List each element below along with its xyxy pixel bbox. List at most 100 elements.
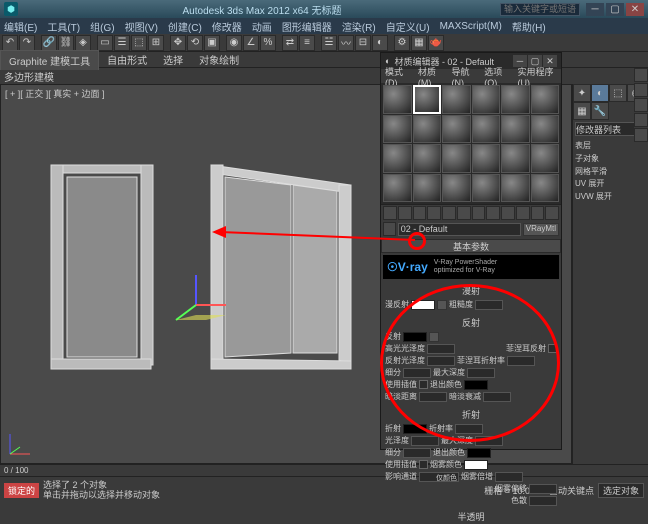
viewport-label[interactable]: [ + ][ 正交 ][ 真实 + 边面 ] — [5, 87, 105, 100]
material-slot[interactable] — [442, 115, 471, 144]
show-end-result-button[interactable] — [516, 206, 530, 220]
redo-button[interactable]: ↷ — [19, 35, 35, 51]
max-depth-spinner[interactable] — [467, 368, 495, 378]
dim-spinner[interactable] — [419, 392, 447, 402]
material-slot[interactable] — [501, 144, 530, 173]
mirror-button[interactable]: ⇄ — [282, 35, 298, 51]
schematic-button[interactable]: ⊟ — [355, 35, 371, 51]
snap-button[interactable]: ◉ — [226, 35, 242, 51]
render-setup-button[interactable]: ⚙ — [394, 35, 410, 51]
hierarchy-tab[interactable]: ⬚ — [609, 84, 627, 102]
refr-exit-swatch[interactable] — [467, 448, 491, 458]
material-slot[interactable] — [442, 144, 471, 173]
go-parent-button[interactable] — [531, 206, 545, 220]
reset-button[interactable] — [427, 206, 441, 220]
display-tab[interactable]: ▦ — [573, 102, 591, 120]
menu-group[interactable]: 组(G) — [90, 19, 114, 34]
interp-checkbox[interactable] — [419, 380, 428, 389]
scale-button[interactable]: ▣ — [204, 35, 220, 51]
hilight-spinner[interactable] — [427, 344, 455, 354]
utilities-tab[interactable]: 🔧 — [591, 102, 609, 120]
app-logo-icon[interactable]: ⬢ — [4, 2, 18, 16]
close-button[interactable]: ✕ — [626, 3, 644, 16]
fresnel-ior-spinner[interactable] — [507, 356, 535, 366]
material-id-button[interactable] — [486, 206, 500, 220]
material-slot-active[interactable] — [413, 85, 442, 114]
affect-channels-dropdown[interactable]: 仅颜色 — [419, 472, 459, 482]
material-slot[interactable] — [472, 85, 501, 114]
put-to-scene-button[interactable] — [398, 206, 412, 220]
material-slot[interactable] — [531, 115, 560, 144]
refr-maxdepth-spinner[interactable] — [475, 436, 503, 446]
render-frame-button[interactable]: ▦ — [411, 35, 427, 51]
curve-editor-button[interactable]: 〰 — [338, 35, 354, 51]
assign-to-selection-button[interactable] — [413, 206, 427, 220]
ior-spinner[interactable] — [455, 424, 483, 434]
percent-snap-button[interactable]: % — [260, 35, 276, 51]
roughness-spinner[interactable] — [475, 300, 503, 310]
selection-set-dropdown[interactable]: 选定对象 — [598, 483, 644, 498]
refr-subdivs-spinner[interactable] — [403, 448, 431, 458]
window-cross-button[interactable]: ⊞ — [148, 35, 164, 51]
material-slot[interactable] — [472, 144, 501, 173]
material-slot[interactable] — [413, 144, 442, 173]
create-tab[interactable]: ✦ — [573, 84, 591, 102]
maximize-button[interactable]: ▢ — [606, 3, 624, 16]
select-rect-button[interactable]: ⬚ — [131, 35, 147, 51]
subdivs-spinner[interactable] — [403, 368, 431, 378]
fog-mult-spinner[interactable] — [495, 472, 523, 482]
menu-animation[interactable]: 动画 — [252, 19, 272, 34]
rollout-basic-params[interactable]: 基本参数 — [381, 239, 561, 253]
select-button[interactable]: ▭ — [97, 35, 113, 51]
diffuse-map-button[interactable] — [437, 300, 447, 310]
material-slot[interactable] — [442, 174, 471, 203]
menu-maxscript[interactable]: MAXScript(M) — [440, 21, 502, 32]
material-name-input[interactable] — [398, 223, 521, 236]
side-btn[interactable] — [634, 83, 648, 97]
make-unique-button[interactable] — [457, 206, 471, 220]
material-slot[interactable] — [383, 115, 412, 144]
reflect-color-swatch[interactable] — [403, 332, 427, 342]
tab-selection[interactable]: 选择 — [155, 50, 191, 69]
fog-color-swatch[interactable] — [464, 460, 488, 470]
tab-freeform[interactable]: 自由形式 — [99, 50, 155, 69]
side-btn[interactable] — [634, 68, 648, 82]
material-slot[interactable] — [442, 85, 471, 114]
layers-button[interactable]: ☱ — [321, 35, 337, 51]
menu-tools[interactable]: 工具(T) — [47, 19, 80, 34]
align-button[interactable]: ≡ — [299, 35, 315, 51]
dim-falloff-spinner[interactable] — [483, 392, 511, 402]
diffuse-color-swatch[interactable] — [411, 300, 435, 310]
put-to-library-button[interactable] — [472, 206, 486, 220]
refl-gloss-spinner[interactable] — [427, 356, 455, 366]
material-slot[interactable] — [501, 85, 530, 114]
menu-graph[interactable]: 图形编辑器 — [282, 19, 332, 34]
undo-button[interactable]: ↶ — [2, 35, 18, 51]
material-slot[interactable] — [531, 85, 560, 114]
refr-gloss-spinner[interactable] — [411, 436, 439, 446]
render-button[interactable]: 🫖 — [428, 35, 444, 51]
material-slot[interactable] — [413, 115, 442, 144]
material-slot[interactable] — [413, 174, 442, 203]
go-sibling-button[interactable] — [545, 206, 559, 220]
material-slot[interactable] — [501, 115, 530, 144]
material-slot[interactable] — [383, 174, 412, 203]
pick-material-button[interactable] — [383, 222, 396, 236]
material-slot[interactable] — [501, 174, 530, 203]
material-type-button[interactable]: VRayMtl — [523, 223, 559, 236]
menu-render[interactable]: 渲染(R) — [342, 19, 376, 34]
minimize-button[interactable]: ─ — [586, 3, 604, 16]
fog-bias-spinner[interactable] — [529, 484, 557, 494]
material-slot[interactable] — [472, 115, 501, 144]
modify-tab[interactable]: ◐ — [591, 84, 609, 102]
ribbon-panel-label[interactable]: 多边形建模 — [4, 69, 54, 84]
side-btn[interactable] — [634, 98, 648, 112]
material-slot[interactable] — [531, 144, 560, 173]
exit-color-swatch[interactable] — [464, 380, 488, 390]
menu-modifiers[interactable]: 修改器 — [212, 19, 242, 34]
get-material-button[interactable] — [383, 206, 397, 220]
tab-object-paint[interactable]: 对象绘制 — [191, 50, 247, 69]
link-button[interactable]: 🔗 — [41, 35, 57, 51]
rotate-button[interactable]: ⟲ — [187, 35, 203, 51]
menu-help[interactable]: 帮助(H) — [512, 19, 546, 34]
